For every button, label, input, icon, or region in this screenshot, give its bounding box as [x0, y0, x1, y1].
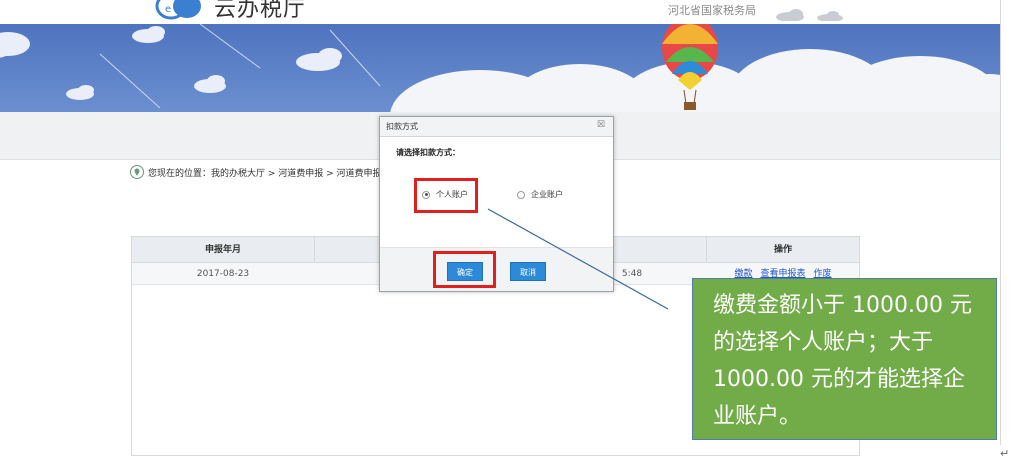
return-mark-icon: ↵ — [1000, 447, 1010, 460]
annotation-callout: 缴费金额小于 1000.00 元的选择个人账户；大于 1000.00 元的才能选… — [692, 278, 997, 440]
page-edge — [1000, 0, 1001, 445]
page: e 云办税厅 河北省国家税务局 您现在的位置：我的办税大厅 > 河道费申报 > … — [0, 0, 1024, 470]
callout-text: 缴费金额小于 1000.00 元的选择个人账户；大于 1000.00 元的才能选… — [713, 293, 972, 429]
